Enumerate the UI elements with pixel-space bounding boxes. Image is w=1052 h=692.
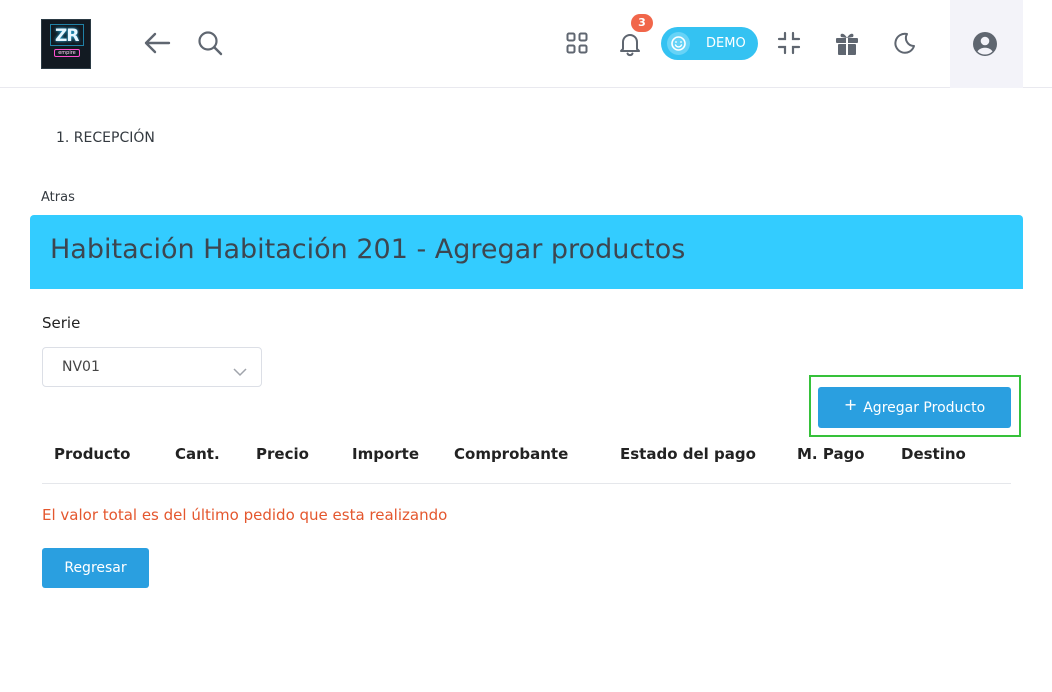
serie-select[interactable]: NV01 [42,347,262,387]
chevron-down-icon [233,362,247,381]
search-icon[interactable] [196,29,224,57]
bell-icon[interactable] [617,30,643,58]
smiley-icon [667,32,690,55]
apps-grid-icon[interactable] [565,31,589,55]
app-logo[interactable]: ZR empire [41,19,91,69]
serie-label: Serie [42,314,81,332]
notification-count-badge: 3 [631,14,653,32]
plus-icon: + [843,394,858,414]
back-arrow-icon[interactable] [142,30,172,56]
column-header-destino: Destino [901,445,966,463]
breadcrumb: 1. RECEPCIÓN [56,130,155,146]
column-header-comprobante: Comprobante [454,445,569,463]
add-product-label: Agregar Producto [863,399,986,416]
moon-icon[interactable] [891,30,917,56]
column-header-cant: Cant. [175,445,220,463]
compress-icon[interactable] [776,30,802,56]
column-header-estado-pago: Estado del pago [620,445,756,463]
page-header-banner: Habitación Habitación 201 - Agregar prod… [30,215,1023,289]
user-circle-icon [971,30,999,58]
top-navbar: ZR empire 3 DEMO [0,0,1052,88]
table-header-divider [42,483,1011,484]
back-link[interactable]: Atras [41,190,75,205]
add-product-button[interactable]: + Agregar Producto [818,387,1011,428]
demo-toggle[interactable]: DEMO [661,27,758,60]
column-header-importe: Importe [352,445,419,463]
column-header-precio: Precio [256,445,309,463]
column-header-metodo-pago: M. Pago [797,445,865,463]
total-note: El valor total es del último pedido que … [42,506,448,524]
serie-select-value: NV01 [62,359,100,375]
demo-label: DEMO [706,36,746,51]
return-button[interactable]: Regresar [42,548,149,588]
user-menu[interactable] [950,0,1023,88]
page-title: Habitación Habitación 201 - Agregar prod… [50,234,686,265]
gift-icon[interactable] [833,29,861,57]
column-header-producto: Producto [54,445,131,463]
